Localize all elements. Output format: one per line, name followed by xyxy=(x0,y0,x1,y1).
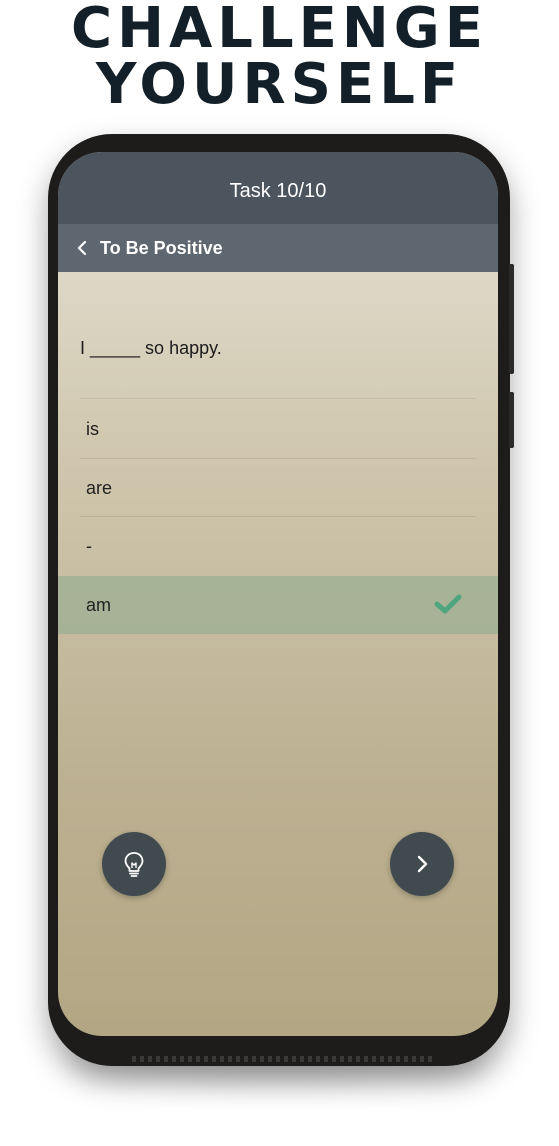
answer-option-are[interactable]: are xyxy=(58,459,498,517)
promo-page: CHALLENGE YOURSELF Task 10/10 To Be Posi… xyxy=(0,0,559,1146)
answer-option-dash[interactable]: - xyxy=(58,517,498,575)
answer-option-is[interactable]: is xyxy=(58,400,498,458)
answer-option-label: is xyxy=(86,419,99,439)
answer-option-label: am xyxy=(86,595,112,615)
answer-option-label: are xyxy=(86,478,113,498)
phone-side-button xyxy=(509,264,514,374)
task-counter-title: Task 10/10 xyxy=(229,180,327,202)
promo-headline-line-1: CHALLENGE xyxy=(70,0,488,61)
app-screen: Task 10/10 To Be Positive I _____ so hap… xyxy=(58,152,498,1036)
promo-headline-line-2: YOURSELF xyxy=(95,52,464,117)
checkmark-icon xyxy=(434,594,462,614)
lightbulb-icon xyxy=(124,852,144,877)
answer-option-am-selected[interactable]: am xyxy=(58,576,498,634)
hint-button[interactable] xyxy=(102,832,166,896)
chevron-left-icon[interactable] xyxy=(72,238,92,258)
phone-side-button xyxy=(509,392,514,448)
next-button[interactable] xyxy=(390,832,454,896)
answer-option-label: - xyxy=(86,536,92,556)
subheader-bar: To Be Positive xyxy=(58,224,498,272)
divider xyxy=(80,398,476,399)
question-text: I _____ so happy. xyxy=(80,338,222,358)
header-bar: Task 10/10 xyxy=(58,152,498,224)
chevron-right-icon xyxy=(417,855,428,873)
phone-speaker-grille xyxy=(132,1056,432,1062)
phone-frame: Task 10/10 To Be Positive I _____ so hap… xyxy=(48,134,514,1066)
lesson-title: To Be Positive xyxy=(100,238,223,258)
